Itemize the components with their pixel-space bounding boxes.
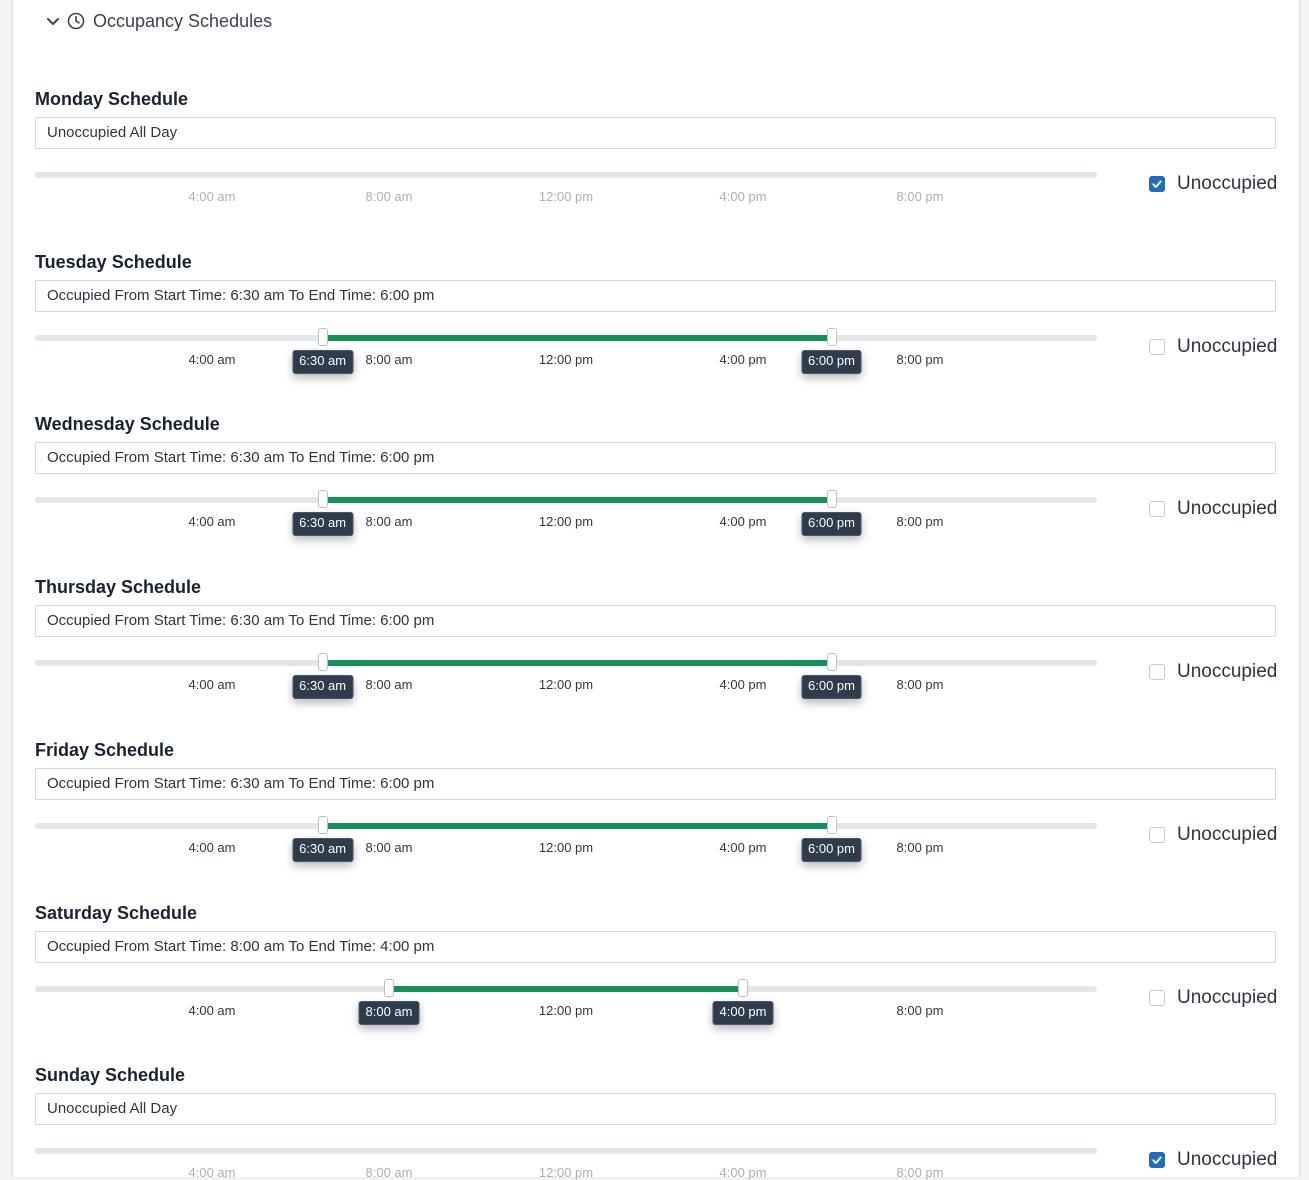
day-schedule: Tuesday Schedule Occupied From Start Time…	[35, 174, 1277, 374]
slider-rail[interactable]	[35, 1148, 1097, 1154]
schedule-summary-field[interactable]: Occupied From Start Time: 6:30 am To End…	[35, 768, 1276, 800]
tick-label: 12:00 pm	[538, 1165, 594, 1180]
day-schedule: Monday Schedule Unoccupied All Day 4:00 am…	[35, 11, 1277, 204]
day-schedule: Sunday Schedule Unoccupied All Day 4:00 am…	[35, 987, 1277, 1180]
day-title: Thursday Schedule	[35, 577, 202, 597]
schedule-summary-field[interactable]: Unoccupied All Day	[35, 1093, 1276, 1125]
occupancy-schedules-panel: Occupancy Schedules Monday Schedule Unocc…	[12, 0, 1300, 1180]
tick-label: 8:00 pm	[896, 1165, 944, 1180]
schedule-summary-field[interactable]: Occupied From Start Time: 8:00 am To End…	[35, 931, 1276, 963]
day-schedule: Thursday Schedule Occupied From Start Tim…	[35, 499, 1277, 699]
day-title: Saturday Schedule	[35, 903, 198, 923]
checkmark-icon	[1152, 1156, 1162, 1164]
time-range-slider[interactable]	[35, 1147, 1097, 1155]
day-title: Wednesday Schedule	[35, 414, 220, 434]
schedule-summary-field[interactable]: Unoccupied All Day	[35, 117, 1276, 149]
schedule-summary-field[interactable]: Occupied From Start Time: 6:30 am To End…	[35, 605, 1276, 637]
tick-label: 4:00 am	[188, 1165, 236, 1180]
schedule-summary-field[interactable]: Occupied From Start Time: 6:30 am To End…	[35, 442, 1276, 474]
day-title: Sunday Schedule	[35, 1065, 186, 1085]
schedule-summary-field[interactable]: Occupied From Start Time: 6:30 am To End…	[35, 280, 1276, 312]
day-schedule: Friday Schedule Occupied From Start Time:…	[35, 662, 1277, 862]
day-title: Friday Schedule	[35, 740, 175, 760]
unoccupied-label: Unoccupied	[1177, 1149, 1278, 1170]
day-schedule: Wednesday Schedule Occupied From Start Ti…	[35, 336, 1277, 536]
day-title: Monday Schedule	[35, 89, 189, 109]
day-title: Tuesday Schedule	[35, 252, 192, 272]
tick-label: 4:00 pm	[719, 1165, 767, 1180]
day-schedule: Saturday Schedule Occupied From Start Tim…	[35, 825, 1277, 1025]
checkbox-box[interactable]	[1149, 1152, 1165, 1168]
tick-label: 8:00 am	[365, 1165, 413, 1180]
unoccupied-checkbox[interactable]: Unoccupied	[1149, 1148, 1277, 1172]
